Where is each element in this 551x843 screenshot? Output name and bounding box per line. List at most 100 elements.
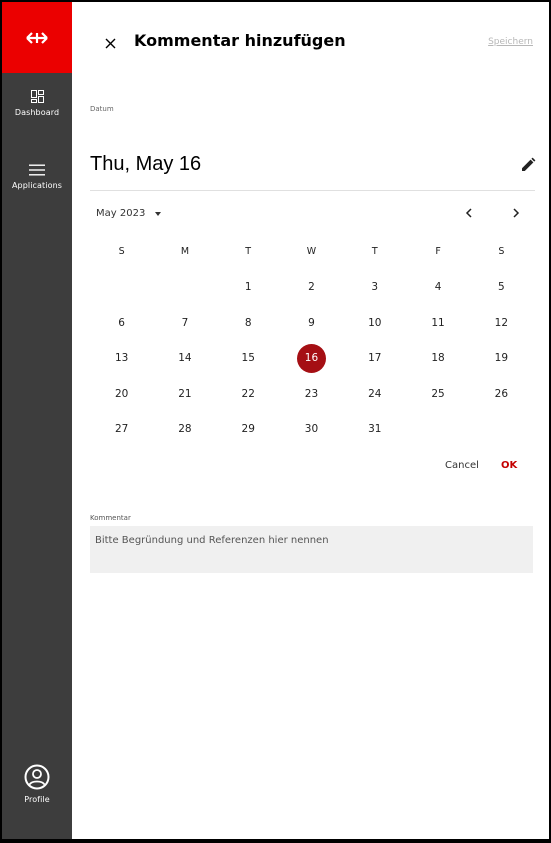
month-year-label: May 2023 bbox=[96, 208, 146, 219]
day-number: 26 bbox=[494, 387, 509, 400]
divider bbox=[90, 190, 535, 191]
day-cell[interactable]: 5 bbox=[470, 270, 533, 306]
empty-day-cell bbox=[90, 270, 153, 306]
day-number: 18 bbox=[431, 352, 445, 365]
day-cell[interactable]: 28 bbox=[153, 412, 216, 448]
caret-down-icon bbox=[155, 211, 162, 216]
day-cell[interactable]: 7 bbox=[153, 305, 216, 341]
weekday-header-row: SMTWTFS bbox=[90, 234, 533, 270]
day-number: 23 bbox=[304, 387, 319, 400]
day-cell[interactable]: 27 bbox=[90, 412, 153, 448]
day-cell[interactable]: 3 bbox=[343, 270, 406, 306]
comment-field-label: Kommentar bbox=[90, 514, 131, 522]
calendar-grid: S M T W T F S 1 2 3 4 5 6 7 8 9 10 11 12 13 14 15 16 17 18 19 20 21… bbox=[90, 234, 533, 447]
day-cell[interactable]: 20 bbox=[90, 376, 153, 412]
day-cell[interactable]: 1 bbox=[217, 270, 280, 306]
day-number: 4 bbox=[434, 281, 442, 294]
menu-icon bbox=[29, 164, 45, 176]
sbb-arrows-logo-icon bbox=[26, 31, 48, 44]
edit-date-button[interactable] bbox=[519, 156, 537, 174]
day-cell[interactable]: 26 bbox=[470, 376, 533, 412]
sidebar-item-label: Applications bbox=[11, 181, 63, 190]
day-cell[interactable]: 30 bbox=[280, 412, 343, 448]
day-number: 6 bbox=[118, 316, 125, 329]
day-number: 8 bbox=[244, 316, 252, 329]
dashboard-icon bbox=[30, 90, 44, 103]
day-number: 20 bbox=[114, 387, 129, 400]
day-cell[interactable]: 19 bbox=[470, 341, 533, 377]
day-number: 31 bbox=[368, 423, 382, 436]
weekday-label: F bbox=[435, 246, 441, 258]
empty-day-cell bbox=[470, 412, 533, 448]
weekday-label: S bbox=[118, 246, 125, 258]
week-row: 1 2 3 4 5 bbox=[90, 270, 533, 306]
day-cell[interactable]: 8 bbox=[217, 305, 280, 341]
day-cell[interactable]: 31 bbox=[343, 412, 406, 448]
day-cell[interactable]: 13 bbox=[90, 341, 153, 377]
day-number: 1 bbox=[244, 281, 252, 294]
save-button[interactable]: Speichern bbox=[488, 37, 533, 47]
chevron-right-icon bbox=[513, 208, 520, 218]
day-cell[interactable]: 17 bbox=[343, 341, 406, 377]
day-cell[interactable]: 10 bbox=[343, 305, 406, 341]
day-number: 29 bbox=[241, 423, 255, 436]
day-number: 13 bbox=[114, 352, 129, 365]
day-cell[interactable]: 2 bbox=[280, 270, 343, 306]
day-number: 17 bbox=[368, 352, 382, 365]
sbb-logo[interactable] bbox=[2, 2, 72, 73]
day-number: 24 bbox=[368, 387, 382, 400]
day-cell[interactable]: 21 bbox=[153, 376, 216, 412]
day-number: 12 bbox=[494, 316, 509, 329]
weekday-label: T bbox=[245, 246, 252, 258]
day-number: 27 bbox=[114, 423, 129, 436]
day-number: 14 bbox=[178, 352, 192, 365]
day-cell[interactable]: 11 bbox=[406, 305, 469, 341]
selected-day-cell[interactable]: 16 bbox=[280, 341, 343, 377]
sidebar-item-profile[interactable]: Profile bbox=[2, 764, 72, 804]
day-number: 22 bbox=[241, 387, 255, 400]
day-number: 15 bbox=[241, 352, 255, 365]
sidebar: Dashboard Applications Profile bbox=[2, 2, 72, 839]
day-number: 16 bbox=[296, 343, 326, 373]
day-cell[interactable]: 22 bbox=[217, 376, 280, 412]
month-year-select[interactable]: May 2023 bbox=[96, 208, 162, 219]
day-cell[interactable]: 24 bbox=[343, 376, 406, 412]
weekday-label: S bbox=[498, 246, 505, 258]
weekday-label: T bbox=[371, 246, 378, 258]
day-cell[interactable]: 18 bbox=[406, 341, 469, 377]
empty-day-cell bbox=[406, 412, 469, 448]
day-cell[interactable]: 23 bbox=[280, 376, 343, 412]
day-number: 9 bbox=[308, 316, 315, 329]
day-number: 28 bbox=[178, 423, 192, 436]
weekday-label: M bbox=[180, 246, 190, 258]
day-cell[interactable]: 25 bbox=[406, 376, 469, 412]
week-row: 20 21 22 23 24 25 26 bbox=[90, 376, 533, 412]
day-number: 3 bbox=[371, 281, 379, 294]
dialog-panel: Kommentar hinzufügen Speichern Datum Thu… bbox=[72, 2, 549, 839]
sidebar-item-dashboard[interactable]: Dashboard bbox=[2, 90, 72, 117]
day-number: 21 bbox=[178, 387, 192, 400]
day-cell[interactable]: 29 bbox=[217, 412, 280, 448]
day-cell[interactable]: 6 bbox=[90, 305, 153, 341]
cancel-button[interactable]: Cancel bbox=[445, 460, 479, 471]
close-button[interactable] bbox=[100, 33, 120, 53]
day-cell[interactable]: 14 bbox=[153, 341, 216, 377]
dialog-title: Kommentar hinzufügen bbox=[134, 31, 346, 50]
day-number: 19 bbox=[494, 352, 509, 365]
day-cell[interactable]: 9 bbox=[280, 305, 343, 341]
next-month-button[interactable] bbox=[507, 204, 525, 222]
previous-month-button[interactable] bbox=[460, 204, 478, 222]
close-icon bbox=[105, 38, 115, 48]
week-row: 13 14 15 16 17 18 19 bbox=[90, 341, 533, 377]
day-number: 30 bbox=[304, 423, 319, 436]
ok-button[interactable]: OK bbox=[501, 460, 517, 471]
day-cell[interactable]: 12 bbox=[470, 305, 533, 341]
sidebar-item-applications[interactable]: Applications bbox=[2, 164, 72, 190]
day-cell[interactable]: 15 bbox=[217, 341, 280, 377]
day-cell[interactable]: 4 bbox=[406, 270, 469, 306]
comment-input[interactable] bbox=[90, 526, 533, 573]
week-row: 27 28 29 30 31 bbox=[90, 412, 533, 448]
selected-date-display: Thu, May 16 bbox=[90, 153, 202, 175]
weekday-label: W bbox=[306, 246, 317, 258]
pencil-icon bbox=[522, 157, 536, 171]
